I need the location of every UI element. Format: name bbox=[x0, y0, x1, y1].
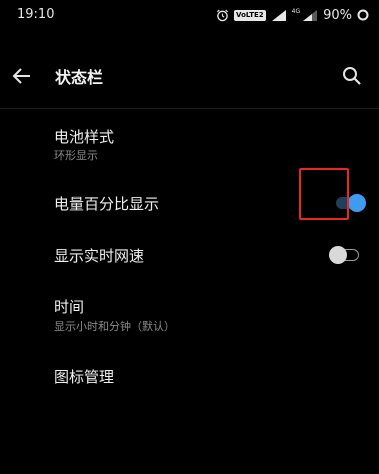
status-time: 19:10 bbox=[17, 7, 55, 22]
status-bar: 19:10 VoLTE2 4G 90% bbox=[0, 0, 379, 30]
battery-style-title: 电池样式 bbox=[54, 128, 115, 146]
signal-icon bbox=[271, 9, 286, 21]
highlight-box bbox=[299, 168, 349, 220]
toggle-thumb bbox=[329, 246, 347, 264]
page-title: 状态栏 bbox=[55, 68, 104, 87]
realtime-speed-title: 显示实时网速 bbox=[54, 247, 145, 265]
volte-badge: VoLTE2 bbox=[234, 9, 266, 21]
toolbar: 状态栏 bbox=[0, 52, 379, 100]
signal-icon-2 bbox=[303, 9, 318, 21]
toggle-thumb bbox=[348, 194, 366, 212]
battery-percent: 90% bbox=[323, 7, 352, 23]
time-title: 时间 bbox=[54, 298, 85, 316]
time-item[interactable]: 时间 显示小时和分钟（默认） bbox=[0, 290, 379, 340]
time-subtitle: 显示小时和分钟（默认） bbox=[54, 320, 175, 333]
battery-style-item[interactable]: 电池样式 环形显示 bbox=[0, 120, 379, 170]
icon-management-item[interactable]: 图标管理 bbox=[0, 356, 379, 396]
search-icon[interactable] bbox=[340, 64, 364, 88]
divider bbox=[0, 108, 379, 109]
battery-style-subtitle: 环形显示 bbox=[54, 149, 98, 162]
network-type: 4G bbox=[291, 7, 301, 15]
alarm-icon bbox=[217, 9, 229, 21]
back-arrow-icon[interactable] bbox=[10, 64, 34, 88]
realtime-speed-item[interactable]: 显示实时网速 bbox=[0, 234, 379, 278]
battery-percentage-title: 电量百分比显示 bbox=[54, 195, 160, 213]
realtime-speed-toggle[interactable] bbox=[329, 244, 361, 266]
battery-icon bbox=[357, 9, 369, 21]
status-icons: VoLTE2 4G 90% bbox=[216, 6, 369, 24]
icon-management-title: 图标管理 bbox=[54, 368, 115, 386]
